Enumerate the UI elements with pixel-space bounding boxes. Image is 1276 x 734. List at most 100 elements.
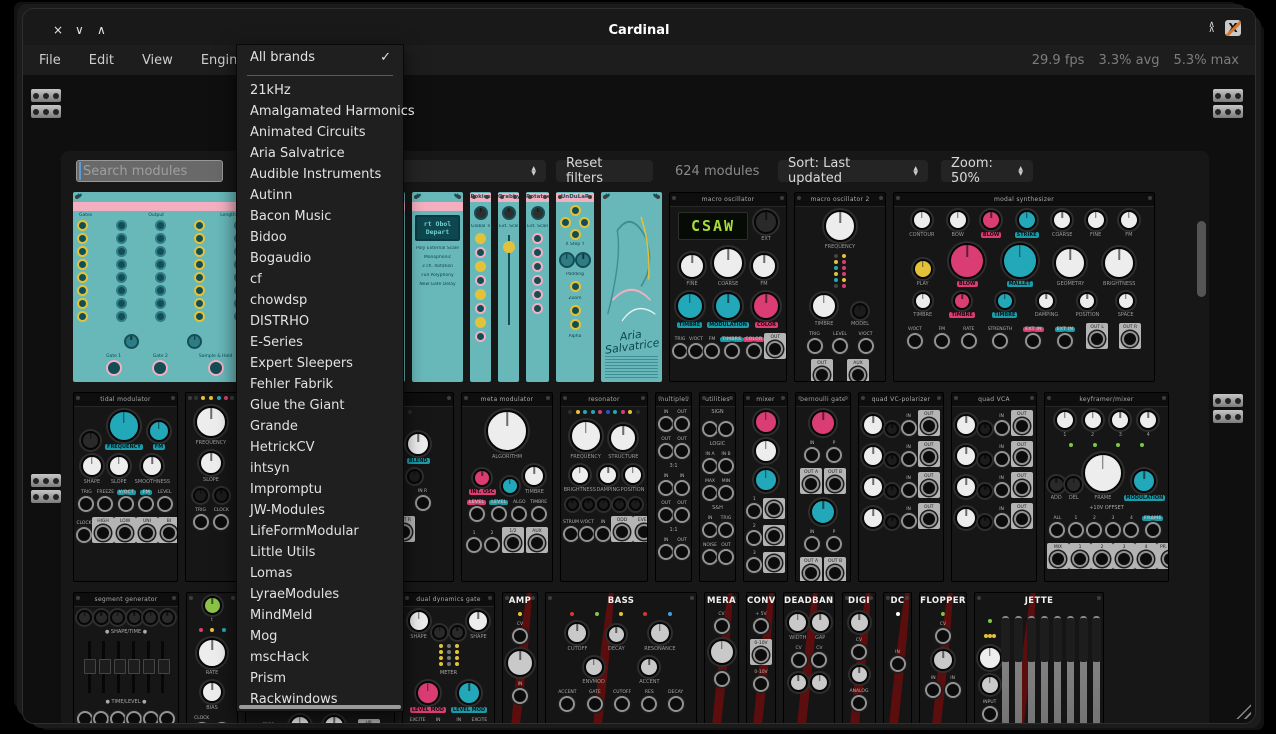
brand-menu-item-lyraemodules[interactable]: LyraeModules — [237, 584, 403, 605]
jack-port — [658, 507, 674, 523]
brand-menu-item-mog[interactable]: Mog — [237, 626, 403, 647]
brand-menu-item-little-utils[interactable]: Little Utils — [237, 542, 403, 563]
brand-menu-item-prism[interactable]: Prism — [237, 668, 403, 689]
knob-unlabeled — [978, 422, 992, 436]
jack: PR. STEP — [1157, 543, 1169, 569]
module-macro-oscillator[interactable]: macro oscillatorCSAWEXTFINECOARSEFMTIMBR… — [669, 192, 787, 382]
jack-port — [804, 447, 820, 463]
module-mixer[interactable]: mixer123 — [743, 392, 788, 582]
brand-menu-item-chowdsp[interactable]: chowdsp — [237, 290, 403, 311]
zoom-select[interactable]: Zoom: 50% ▲▼ — [941, 160, 1033, 182]
brand-menu-item-grande[interactable]: Grande — [237, 416, 403, 437]
module-digi[interactable]: DIGICVANALOG — [842, 592, 876, 724]
module-amp[interactable]: AMPCVIN — [502, 592, 538, 724]
jack: OUT — [764, 333, 786, 359]
jack: DECAY — [668, 690, 684, 712]
grid-knob — [155, 246, 166, 257]
brand-menu-item-amalgamated-harmonics[interactable]: Amalgamated Harmonics — [237, 101, 403, 122]
module-aria-undular[interactable]: UnDuLaRX Step YPaddingZoomAlpha — [556, 192, 594, 382]
sort-select[interactable]: Sort: Last updated ▲▼ — [778, 160, 928, 182]
jack-label: MAX — [705, 479, 715, 484]
brand-menu-item-all-brands[interactable]: All brands ✓ — [237, 45, 403, 71]
module-tidal-modulator[interactable]: tidal modulatorFREQUENCYFMSHAPESLOPESMOO… — [73, 392, 178, 582]
module-dc[interactable]: DCIN — [883, 592, 912, 724]
brand-menu-item-distrho[interactable]: DISTRHO — [237, 311, 403, 332]
brand-menu-item-hetrickcv[interactable]: HetrickCV — [237, 437, 403, 458]
brand-menu-item-bacon-music[interactable]: Bacon Music — [237, 206, 403, 227]
brand-menu-item-fehler-fabrik[interactable]: Fehler Fabrik — [237, 374, 403, 395]
knob — [862, 507, 884, 529]
module-aria-signature-art[interactable]: ♥♥AriaSalvatrice — [601, 192, 662, 382]
brand-menu-item-ihtsyn[interactable]: ihtsyn — [237, 458, 403, 479]
jack: OUT — [718, 543, 734, 565]
module-row: FREQUENCY — [188, 406, 234, 446]
brand-menu-item-lifeformmodular[interactable]: LifeFormModular — [237, 521, 403, 542]
brand-menu-item-glue-the-giant[interactable]: Glue the Giant — [237, 395, 403, 416]
knob — [127, 610, 142, 625]
reset-filters-button[interactable]: Reset filters — [556, 160, 653, 182]
vertical-scrollbar[interactable] — [1197, 221, 1206, 297]
jack: IN — [658, 474, 674, 496]
brand-menu-item-bidoo[interactable]: Bidoo — [237, 227, 403, 248]
brand-menu-item-lomas[interactable]: Lomas — [237, 563, 403, 584]
brand-menu-item-e-series[interactable]: E-Series — [237, 332, 403, 353]
module-tidal-modulator-2[interactable]: FREQUENCYSLOPETRIGCLOCK — [185, 392, 237, 582]
rollup-icon[interactable]: ∧∧ — [1208, 23, 1215, 33]
knob-3 — [1110, 410, 1130, 430]
screw-icon — [954, 396, 958, 400]
module-resonator[interactable]: resonatorFREQUENCYSTRUCTUREBRIGHTNESSDAM… — [560, 392, 648, 582]
brand-menu-item-animated-circuits[interactable]: Animated Circuits — [237, 122, 403, 143]
module-bernoulli-gate[interactable]: bernoulli gateINPOUT AOUT BINPOUT AOUT B — [795, 392, 851, 582]
brand-menu-item-mschack[interactable]: mscHack — [237, 647, 403, 668]
brand-menu-item-21khz[interactable]: 21kHz — [237, 80, 403, 101]
module-random-sampler[interactable]: tRATEBIASCLOCK — [186, 592, 238, 724]
knob — [932, 649, 954, 671]
module-macro-oscillator-2[interactable]: macro oscillator 2FREQUENCYTIMBREMODELTR… — [794, 192, 886, 382]
menu-item-view[interactable]: View — [142, 53, 173, 68]
module-jette[interactable]: JETTEINPUT — [974, 592, 1104, 724]
led-row — [439, 656, 459, 660]
performance-stats: 29.9 fps 3.3% avg 5.3% max — [1032, 45, 1239, 75]
screw-icon — [472, 195, 476, 199]
module-segment-generator[interactable]: segment generator● SHAPE/TIME ●● TIME/LE… — [73, 592, 179, 724]
module-dual-dynamics-gate[interactable]: dual dynamics gateSHAPESHAPEMETERLEVEL M… — [402, 592, 495, 724]
brand-menu-item-mindmeld[interactable]: MindMeld — [237, 605, 403, 626]
jack-port — [746, 530, 762, 546]
brand-menu-item-aria-salvatrice[interactable]: Aria Salvatrice — [237, 143, 403, 164]
module-bass[interactable]: BASSCUTOFFDECAYRESONANCEENVMODACCENTACCE… — [545, 592, 697, 724]
module-aria-grabby[interactable]: GrabbyExt. Scale — [498, 192, 519, 382]
knob-shape — [467, 610, 489, 632]
module-quad-vca[interactable]: quad VCAINOUTINOUTINOUTINOUT — [951, 392, 1037, 582]
brand-menu-item-autinn[interactable]: Autinn — [237, 185, 403, 206]
module-quad-vc-polarizer[interactable]: quad VC-polarizerINOUTINOUTINOUTINOUT — [858, 392, 944, 582]
brand-menu-item-expert-sleepers[interactable]: Expert Sleepers — [237, 353, 403, 374]
jack: V/OCT — [579, 520, 595, 542]
module-aria-pokies[interactable]: PokiesGlobal Trig — [470, 192, 491, 382]
module-flopper[interactable]: FLOPPERCVININ — [919, 592, 967, 724]
menu-item-file[interactable]: File — [39, 53, 61, 68]
module-utilities[interactable]: utilitiesSIGNLOGICIN AIN BMAXMINS&HINTRI… — [699, 392, 736, 582]
brand-menu-item-bogaudio[interactable]: Bogaudio — [237, 248, 403, 269]
brand-menu-item-cf[interactable]: cf — [237, 269, 403, 290]
module-row: ININ — [658, 474, 689, 496]
brand-menu-item-jw-modules[interactable]: JW-Modules — [237, 500, 403, 521]
module-mera[interactable]: MERACV — [704, 592, 739, 724]
module-aria-arcane[interactable]: ♥♥rt ObolDepartPoly External ScaleMonoph… — [412, 192, 463, 382]
module-deadband[interactable]: DEADBANDWIDTHGAPCVCV — [783, 592, 835, 724]
module-conv[interactable]: CONV+ 5V0-10V0-10V — [746, 592, 776, 724]
menu-item-edit[interactable]: Edit — [89, 53, 114, 68]
led-row — [191, 628, 233, 632]
module-multiples[interactable]: multiplesINOUTOUTOUT3:1ININOUTOUT1:1INOU… — [655, 392, 692, 582]
brand-menu-item-impromptu[interactable]: Impromptu — [237, 479, 403, 500]
module-meta-modulator[interactable]: meta modulatorALGORITHMINT. OSCTIMBRELEV… — [461, 392, 553, 582]
jack: OUT — [811, 359, 833, 382]
jette-sliders — [1002, 612, 1100, 724]
search-input[interactable] — [76, 160, 223, 182]
dropdown-scroll-hint[interactable] — [239, 705, 401, 709]
brand-menu-item-audible-instruments[interactable]: Audible Instruments — [237, 164, 403, 185]
module-aria-rotatoes[interactable]: RotatoesExt. Scale — [526, 192, 549, 382]
knob-level mod — [457, 681, 481, 705]
module-modal-synthesizer[interactable]: modal synthesizerCONTOURBOWBLOWSTRIKECOA… — [893, 192, 1155, 382]
module-keyframer-mixer[interactable]: keyframer/mixer1234ADDDELFRAMEMODULATION… — [1044, 392, 1169, 582]
small-knob — [475, 261, 486, 272]
